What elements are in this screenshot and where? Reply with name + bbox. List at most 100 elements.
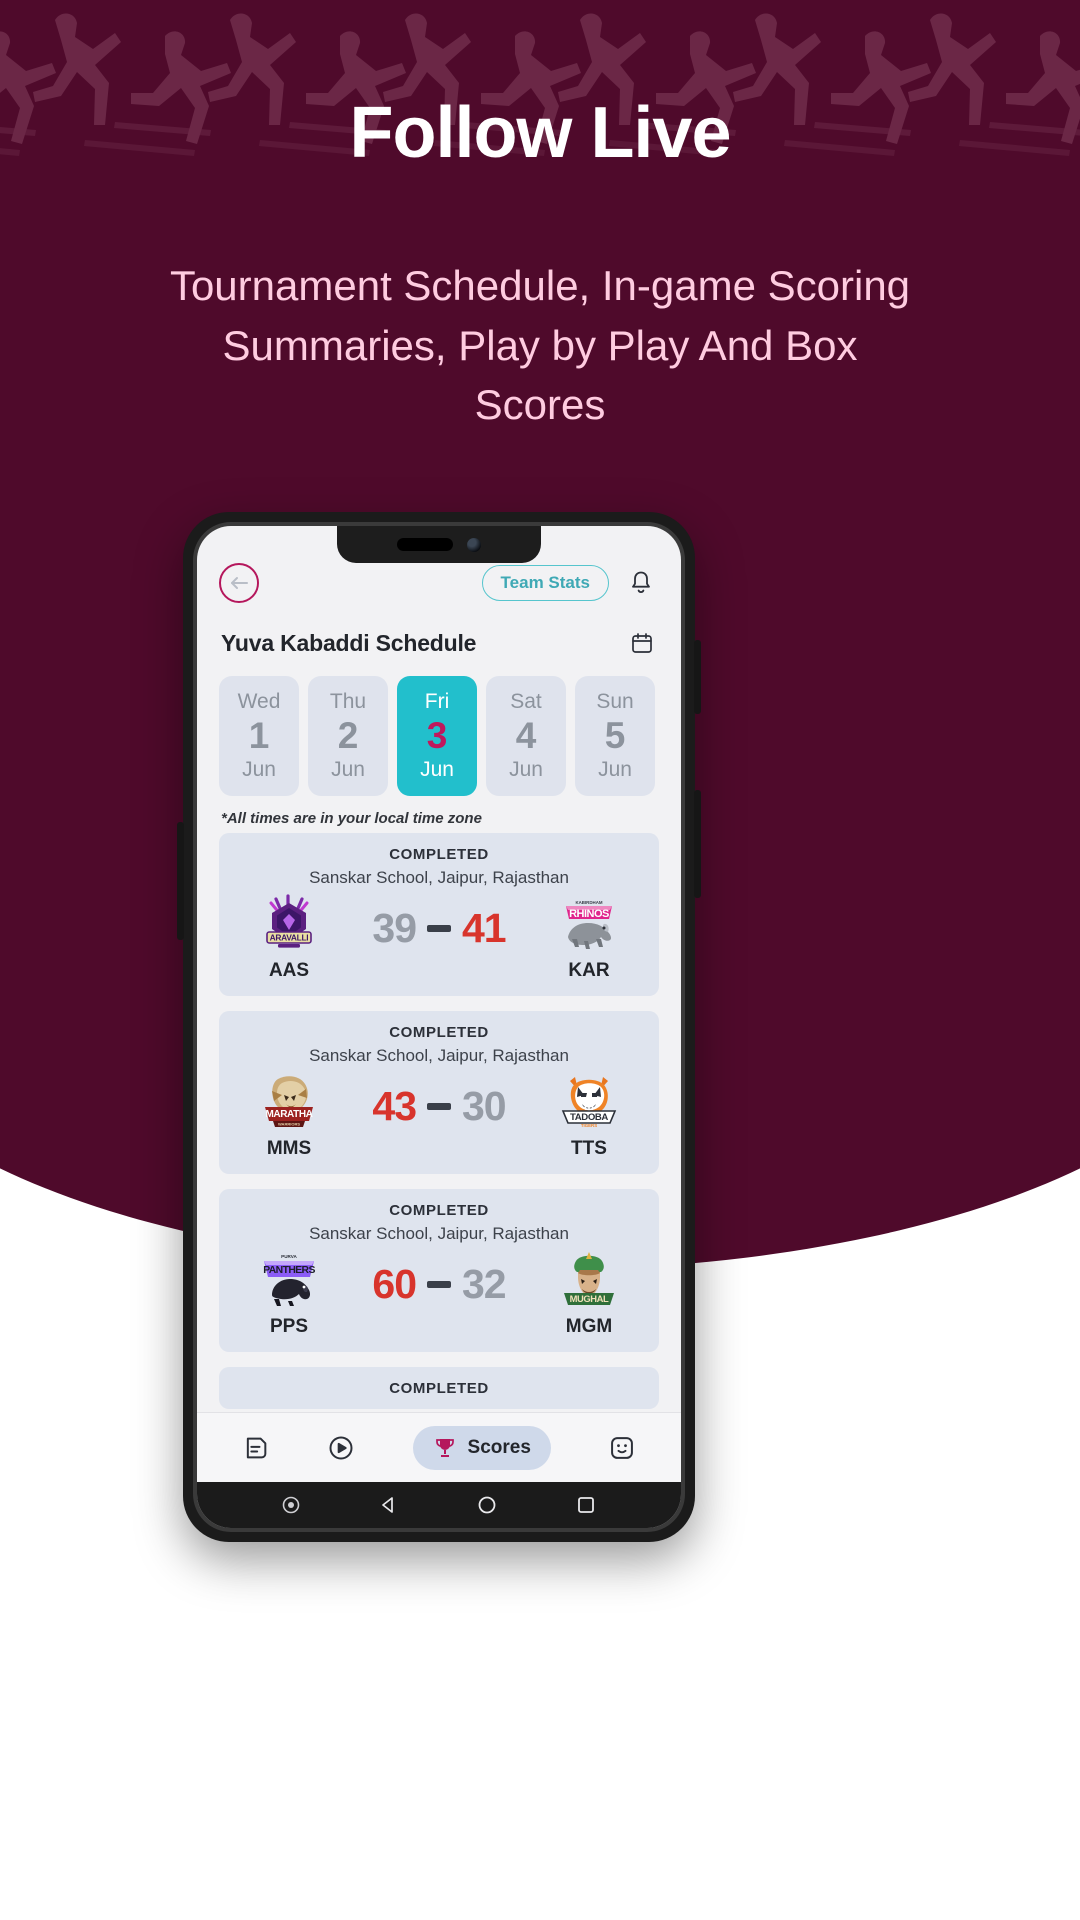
- date-dow: Fri: [424, 690, 450, 714]
- score-display: 60 32: [345, 1249, 533, 1308]
- date-selector[interactable]: Wed 1 Jun Thu 2 Jun Fri 3 Jun Sat 4 Jun …: [197, 662, 681, 796]
- score-display: 39 41: [345, 893, 533, 952]
- team-code: AAS: [268, 960, 310, 981]
- svg-text:WARRIORS: WARRIORS: [278, 1122, 300, 1127]
- calendar-icon[interactable]: [627, 628, 657, 658]
- app-top-bar: Team Stats: [197, 526, 681, 610]
- home-team: ARAVALLI AAS: [233, 893, 345, 982]
- nav-item-profile[interactable]: [608, 1434, 636, 1462]
- match-row: PURVA PANTHERS PPS 60 32 MUGHAL MGM: [233, 1249, 645, 1338]
- hero-title: Follow Live: [349, 93, 731, 173]
- phone-volume-button: [177, 822, 184, 940]
- team-code: PPS: [269, 1316, 309, 1337]
- match-list: COMPLETED Sanskar School, Jaipur, Rajast…: [197, 833, 681, 1409]
- date-mon: Jun: [242, 757, 276, 781]
- date-chip-3[interactable]: Sat 4 Jun: [486, 676, 566, 796]
- phone-mockup: Team Stats Yuva Kabaddi Schedule Wed 1 J…: [177, 512, 701, 1542]
- rhinos-logo: RHINOS KABIRDHAM: [566, 900, 612, 949]
- phone-bezel: Team Stats Yuva Kabaddi Schedule Wed 1 J…: [193, 522, 685, 1532]
- phone-power-button: [694, 640, 701, 714]
- svg-text:KABIRDHAM: KABIRDHAM: [575, 900, 602, 905]
- status-badge: COMPLETED: [389, 1380, 489, 1397]
- bell-icon[interactable]: [623, 565, 659, 601]
- away-score: 30: [462, 1083, 507, 1129]
- status-badge: COMPLETED: [389, 1202, 489, 1219]
- mughal-logo: MUGHAL: [564, 1252, 614, 1305]
- date-day: 4: [515, 715, 537, 757]
- svg-text:PANTHERS: PANTHERS: [263, 1265, 315, 1276]
- match-row: MARATHA WARRIORS MMS 43 30 TADOBA TIGERS…: [233, 1071, 645, 1160]
- score-separator-icon: [427, 925, 451, 932]
- phone-screen: Team Stats Yuva Kabaddi Schedule Wed 1 J…: [197, 526, 681, 1528]
- home-circle-icon[interactable]: [477, 1495, 497, 1515]
- team-code: MMS: [266, 1138, 312, 1159]
- match-card-partial[interactable]: COMPLETED: [219, 1367, 659, 1409]
- android-system-nav: [197, 1482, 681, 1528]
- nav-item-feed[interactable]: [242, 1434, 270, 1462]
- svg-text:ARAVALLI: ARAVALLI: [270, 933, 309, 943]
- match-venue: Sanskar School, Jaipur, Rajasthan: [309, 1046, 569, 1065]
- date-chip-2-selected[interactable]: Fri 3 Jun: [397, 676, 477, 796]
- date-dow: Wed: [237, 690, 281, 714]
- page-title: Yuva Kabaddi Schedule: [221, 629, 477, 656]
- nav-item-scores-active[interactable]: Scores: [412, 1425, 551, 1470]
- match-venue: Sanskar School, Jaipur, Rajasthan: [309, 1224, 569, 1243]
- back-triangle-icon[interactable]: [379, 1495, 399, 1515]
- maratha-logo: MARATHA WARRIORS: [265, 1076, 313, 1127]
- svg-text:MUGHAL: MUGHAL: [570, 1293, 609, 1304]
- aravalli-logo: ARAVALLI: [266, 894, 312, 948]
- away-team: TADOBA TIGERS TTS: [533, 1071, 645, 1160]
- bottom-navigation: Scores: [197, 1412, 681, 1482]
- date-chip-0[interactable]: Wed 1 Jun: [219, 676, 299, 796]
- team-code: MGM: [565, 1316, 613, 1337]
- team-code: TTS: [571, 1138, 607, 1159]
- nav-item-video[interactable]: [327, 1434, 355, 1462]
- svg-text:RHINOS: RHINOS: [569, 908, 609, 920]
- back-arrow-icon[interactable]: [219, 563, 259, 603]
- nav-scores-label: Scores: [467, 1436, 531, 1458]
- match-row: ARAVALLI AAS 39 41 RHINOS KABIRDHAM KAR: [233, 893, 645, 982]
- away-score: 41: [462, 905, 507, 951]
- score-separator-icon: [427, 1103, 451, 1110]
- panthers-logo: PURVA PANTHERS: [263, 1254, 316, 1306]
- trophy-icon: [435, 1438, 454, 1457]
- hero-subtitle: Tournament Schedule, In-game Scoring Sum…: [169, 262, 911, 429]
- svg-text:TADOBA: TADOBA: [570, 1112, 608, 1123]
- score-display: 43 30: [345, 1071, 533, 1130]
- schedule-header: Yuva Kabaddi Schedule: [197, 610, 681, 662]
- svg-text:PURVA: PURVA: [281, 1254, 297, 1259]
- match-card[interactable]: COMPLETED Sanskar School, Jaipur, Rajast…: [219, 1189, 659, 1352]
- date-dow: Thu: [329, 690, 367, 714]
- team-stats-button[interactable]: Team Stats: [481, 565, 609, 601]
- date-chip-1[interactable]: Thu 2 Jun: [308, 676, 388, 796]
- home-score: 43: [372, 1083, 417, 1129]
- date-mon: Jun: [598, 757, 632, 781]
- status-badge: COMPLETED: [389, 1024, 489, 1041]
- away-team: MUGHAL MGM: [533, 1249, 645, 1338]
- assistant-dot-icon[interactable]: [282, 1496, 300, 1514]
- team-stats-label: Team Stats: [500, 573, 590, 592]
- timezone-note: *All times are in your local time zone: [221, 810, 482, 827]
- date-chip-4[interactable]: Sun 5 Jun: [575, 676, 655, 796]
- svg-text:TIGERS: TIGERS: [581, 1123, 597, 1128]
- phone-side-button: [694, 790, 701, 898]
- date-day: 3: [426, 715, 448, 757]
- date-day: 5: [604, 715, 626, 757]
- date-day: 2: [337, 715, 359, 757]
- svg-text:MARATHA: MARATHA: [265, 1109, 312, 1120]
- score-separator-icon: [427, 1281, 451, 1288]
- match-card[interactable]: COMPLETED Sanskar School, Jaipur, Rajast…: [219, 1011, 659, 1174]
- date-dow: Sun: [596, 690, 634, 714]
- match-venue: Sanskar School, Jaipur, Rajasthan: [309, 868, 569, 887]
- status-badge: COMPLETED: [389, 846, 489, 863]
- date-mon: Jun: [509, 757, 543, 781]
- home-score: 60: [372, 1261, 417, 1307]
- date-mon: Jun: [331, 757, 365, 781]
- match-card[interactable]: COMPLETED Sanskar School, Jaipur, Rajast…: [219, 833, 659, 996]
- date-mon: Jun: [420, 757, 454, 781]
- team-code: KAR: [568, 960, 610, 981]
- away-team: RHINOS KABIRDHAM KAR: [533, 893, 645, 982]
- recents-square-icon[interactable]: [576, 1495, 596, 1515]
- home-team: PURVA PANTHERS PPS: [233, 1249, 345, 1338]
- home-team: MARATHA WARRIORS MMS: [233, 1071, 345, 1160]
